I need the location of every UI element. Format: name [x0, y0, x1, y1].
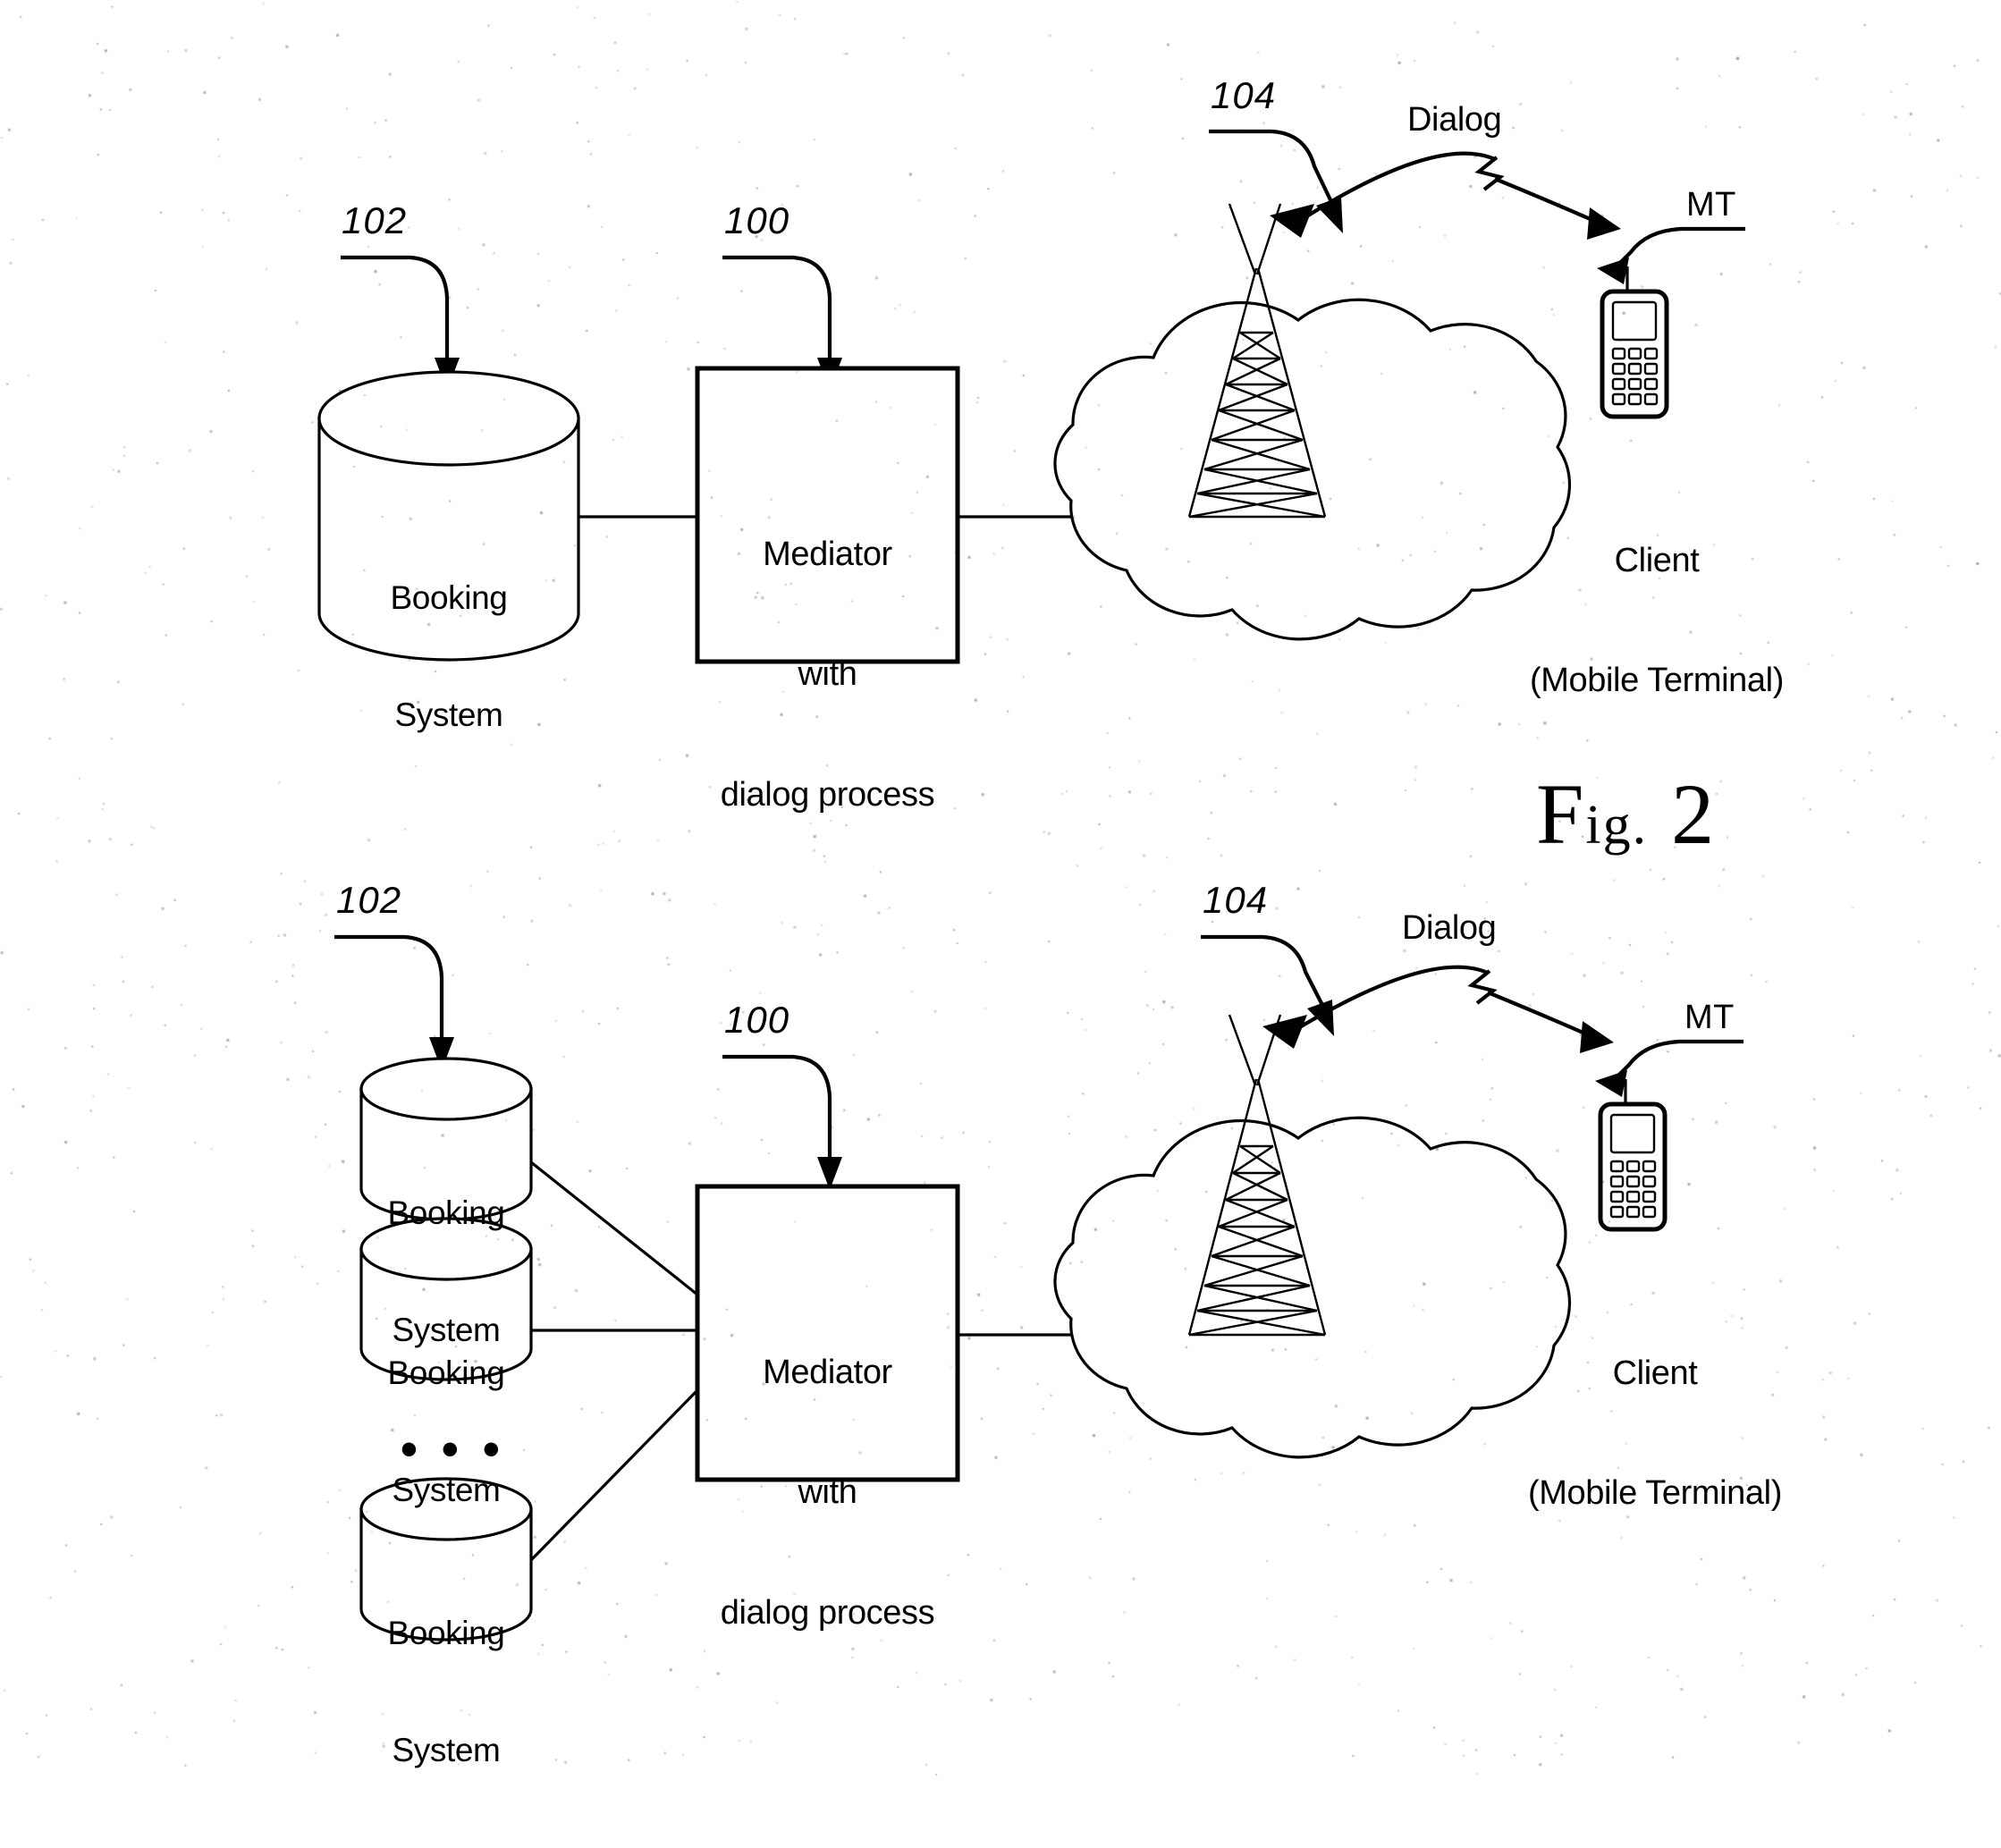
booking-system-label-bottom-3: Booking System — [361, 1536, 531, 1848]
figure-caption: Fig. 2 — [1536, 764, 1716, 864]
figure-caption-dot: . — [1632, 795, 1649, 856]
mobile-terminal-top — [1600, 266, 1669, 419]
mediator-label-line2: with — [798, 1473, 857, 1512]
dialog-label-top: Dialog — [1407, 101, 1502, 139]
mediator-label-line2: with — [798, 655, 857, 694]
ref-number-100-bottom: 100 — [724, 999, 790, 1041]
mediator-label-bottom: Mediator with dialog process — [697, 1272, 958, 1713]
ref-number-102-top: 102 — [342, 199, 408, 241]
ref-leader-mt-bottom — [1595, 1039, 1743, 1097]
ref-leader-mt-top — [1597, 226, 1745, 284]
booking-system-label-line2: System — [394, 696, 503, 734]
client-label-line2: (Mobile Terminal) — [1530, 662, 1784, 700]
ref-number-104-bottom: 104 — [1203, 879, 1269, 921]
client-label-top: Client (Mobile Terminal) — [1438, 460, 1876, 781]
booking-system-label-line2: System — [392, 1732, 501, 1769]
figure-sheet: 102 100 104 Booking System Mediator with… — [0, 0, 2001, 1781]
client-label-line1: Client — [1612, 1354, 1698, 1392]
dialog-label-bottom: Dialog — [1402, 909, 1497, 947]
ref-leader-102-bottom — [334, 934, 454, 1070]
ref-number-104-top: 104 — [1211, 74, 1277, 116]
dialog-arrow-top — [1270, 151, 1621, 240]
client-label-line2: (Mobile Terminal) — [1528, 1474, 1782, 1513]
booking-system-ellipsis: • • • — [401, 1422, 505, 1476]
mediator-label-line1: Mediator — [763, 1353, 892, 1391]
mediator-label-top: Mediator with dialog process — [697, 454, 958, 895]
figure-caption-ig: ig — [1585, 795, 1633, 856]
figure-caption-number: 2 — [1671, 766, 1717, 862]
mobile-terminal-bottom — [1598, 1079, 1668, 1232]
ref-leader-104-bottom — [1201, 934, 1334, 1036]
mediator-label-line1: Mediator — [763, 535, 892, 573]
link-booking3-mediator-bottom — [529, 1388, 699, 1562]
client-label-bottom: Client (Mobile Terminal) — [1436, 1273, 1874, 1594]
ref-leader-100-bottom — [722, 1054, 842, 1190]
link-booking1-mediator-bottom — [530, 1160, 698, 1296]
mediator-label-line3: dialog process — [720, 1593, 935, 1632]
booking-system-label-line1: Booking — [387, 1354, 505, 1392]
booking-system-label-line1: Booking — [390, 579, 508, 617]
booking-system-label-line1: Booking — [387, 1194, 505, 1232]
client-label-line1: Client — [1614, 541, 1700, 579]
mt-label-bottom: MT — [1684, 999, 1735, 1036]
booking-system-label-line1: Booking — [387, 1615, 505, 1652]
booking-system-label-top: Booking System — [319, 501, 578, 813]
ref-number-102-bottom: 102 — [336, 879, 402, 921]
ref-number-100-top: 100 — [724, 199, 790, 241]
figure-caption-f: F — [1536, 766, 1586, 862]
mediator-label-line3: dialog process — [720, 775, 935, 814]
mt-label-top: MT — [1686, 186, 1736, 224]
